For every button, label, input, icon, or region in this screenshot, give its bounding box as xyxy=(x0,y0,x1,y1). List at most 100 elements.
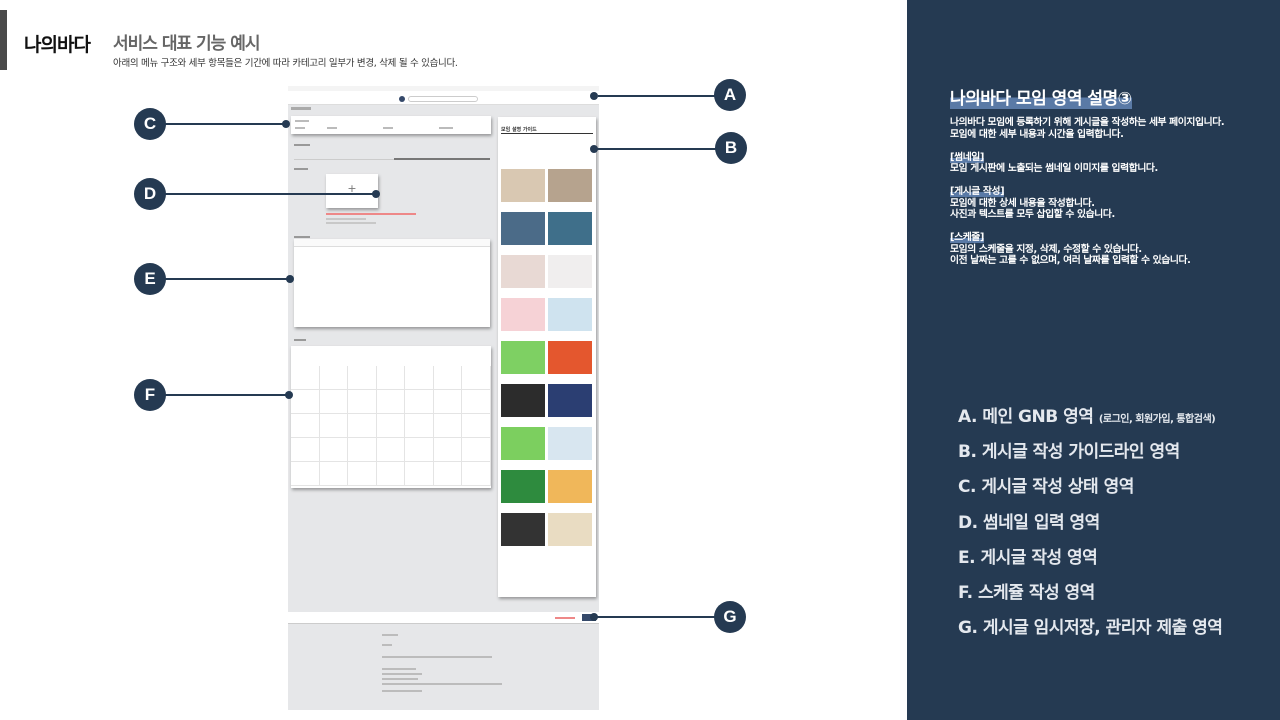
mockup-calendar-cell xyxy=(376,414,405,438)
mockup-logo xyxy=(399,96,405,102)
legend-item-g: G. 게시글 임시저장, 관리자 제출 영역 xyxy=(958,618,1223,639)
mockup-calendar-cell xyxy=(405,462,434,486)
mockup-editor-toolbar xyxy=(294,239,490,247)
mockup-calendar-cell xyxy=(376,366,405,390)
mockup-calendar-cell xyxy=(433,390,462,414)
mockup-editor xyxy=(294,239,490,327)
mockup-thumbnail-upload: + xyxy=(326,174,378,208)
legend-item-d: D. 썸네일 입력 영역 xyxy=(958,512,1100,533)
marker-e: E xyxy=(134,263,166,295)
mockup-guide-thumbnail xyxy=(501,513,545,546)
mockup-calendar-cell xyxy=(433,366,462,390)
legend-item-f: F. 스케쥴 작성 영역 xyxy=(958,582,1095,603)
slide-description: 아래의 메뉴 구조와 세부 항목들은 기간에 따라 카테고리 일부가 변경, 삭… xyxy=(113,58,458,69)
header-accent-bar xyxy=(0,10,7,70)
mockup-footer-text xyxy=(382,644,392,646)
legend-label-a: A. 메인 GNB 영역 xyxy=(958,407,1094,427)
panel-tag-schedule: [스케줄] xyxy=(950,232,984,243)
mockup-footer-text xyxy=(382,634,398,636)
mockup-status-card xyxy=(291,116,491,134)
marker-a: A xyxy=(714,79,746,111)
panel-tag-post: [게시글 작성] xyxy=(950,186,1005,197)
mockup-tab-active xyxy=(394,158,490,160)
mockup-guide-panel: 모임 설명 가이드 xyxy=(498,117,596,597)
leader-line-e xyxy=(164,278,290,280)
panel-body: 나의바다 모임에 등록하기 위해 게시글을 작성하는 세부 페이지입니다. 모임… xyxy=(950,117,1270,267)
legend-note-a: (로그인, 회원가입, 통합검색) xyxy=(1098,414,1216,425)
mockup-calendar-cell xyxy=(291,390,320,414)
mockup-guide-thumbnail xyxy=(548,427,592,460)
leader-dot-a xyxy=(590,92,598,100)
mockup-gnb xyxy=(288,86,599,105)
mockup-calendar-cell xyxy=(462,366,491,390)
legend-item-b: B. 게시글 작성 가이드라인 영역 xyxy=(958,442,1180,463)
mockup-calendar-cell xyxy=(348,390,377,414)
panel-schedule-desc: 이전 날짜는 고를 수 없으며, 여러 날짜를 입력할 수 있습니다. xyxy=(950,255,1191,266)
mockup-calendar-cell xyxy=(291,414,320,438)
mockup-guide-thumbnail xyxy=(501,470,545,503)
mockup-calendar-cell xyxy=(376,390,405,414)
mockup-section-label xyxy=(294,168,308,170)
mockup-guide-thumbnail xyxy=(501,212,545,245)
mockup-breadcrumb xyxy=(291,107,311,110)
mockup-calendar-cell xyxy=(319,366,348,390)
mockup-calendar-cell xyxy=(462,414,491,438)
mockup-section-label xyxy=(294,339,306,341)
mockup-calendar-cell xyxy=(319,414,348,438)
mockup-submit-warning xyxy=(555,617,575,619)
mockup-footer-text xyxy=(382,690,422,692)
mockup-calendar-cell xyxy=(433,414,462,438)
mockup-search-box xyxy=(408,96,478,102)
legend-item-a: A. 메인 GNB 영역 (로그인, 회원가입, 통합검색) xyxy=(958,402,1278,437)
mockup-footer-text xyxy=(382,673,422,675)
mockup-calendar-cell xyxy=(348,462,377,486)
mockup-guide-thumbnail xyxy=(501,384,545,417)
mockup-calendar-cell xyxy=(319,438,348,462)
mockup-status-cell xyxy=(327,127,337,129)
mockup-calendar-cell xyxy=(291,438,320,462)
mockup-guide-thumbnail xyxy=(548,169,592,202)
mockup-warning-text xyxy=(326,213,416,215)
mockup-guide-thumbnail xyxy=(548,384,592,417)
leader-dot-b xyxy=(590,145,598,153)
leader-line-g xyxy=(596,616,716,618)
mockup-guide-thumbnail xyxy=(548,298,592,331)
mockup-guide-thumbnail xyxy=(548,513,592,546)
mockup-footer-text xyxy=(382,678,418,680)
leader-dot-d xyxy=(372,190,380,198)
panel-schedule-desc: 모임의 스케줄을 지정, 삭제, 수정할 수 있습니다. xyxy=(950,243,1142,255)
marker-d: D xyxy=(134,178,166,210)
leader-line-d xyxy=(164,193,376,195)
mockup-guide-thumbnail xyxy=(501,298,545,331)
mockup-calendar-cell xyxy=(405,366,434,390)
leader-dot-f xyxy=(285,391,293,399)
mockup-help-text xyxy=(326,218,366,220)
mockup-section-label xyxy=(294,236,310,238)
mockup-calendar-cell xyxy=(433,462,462,486)
mockup-guide-thumbnail xyxy=(501,255,545,288)
mockup-guide-thumbnail xyxy=(548,255,592,288)
panel-intro: 나의바다 모임에 등록하기 위해 게시글을 작성하는 세부 페이지입니다. xyxy=(950,117,1225,128)
mockup-tabs xyxy=(294,152,490,160)
leader-dot-g xyxy=(590,613,598,621)
mockup-gnb-topline xyxy=(288,86,599,91)
marker-g: G xyxy=(714,601,746,633)
mockup-calendar-cell xyxy=(405,390,434,414)
mockup-guide-thumbnail xyxy=(548,341,592,374)
mockup-footer-text xyxy=(382,668,416,670)
leader-dot-e xyxy=(286,275,294,283)
area-legend: A. 메인 GNB 영역 (로그인, 회원가입, 통합검색) B. 게시글 작성… xyxy=(958,402,1278,648)
legend-item-c: C. 게시글 작성 상태 영역 xyxy=(958,477,1134,498)
mockup-calendar-cell xyxy=(348,414,377,438)
mockup-calendar-cell xyxy=(291,462,320,486)
mockup-guide-thumbnail xyxy=(501,341,545,374)
mockup-status-cell xyxy=(295,127,305,129)
mockup-guide-title: 모임 설명 가이드 xyxy=(501,126,593,134)
mockup-calendar-cell xyxy=(291,366,320,390)
mockup-guide-thumbnail xyxy=(548,470,592,503)
mockup-submit-bar xyxy=(288,612,599,624)
panel-post-desc: 모임에 대한 상세 내용을 작성합니다. xyxy=(950,197,1095,209)
mockup-status-label xyxy=(295,120,309,122)
mockup-guide-thumbnail xyxy=(548,212,592,245)
mockup-calendar-cell xyxy=(376,438,405,462)
